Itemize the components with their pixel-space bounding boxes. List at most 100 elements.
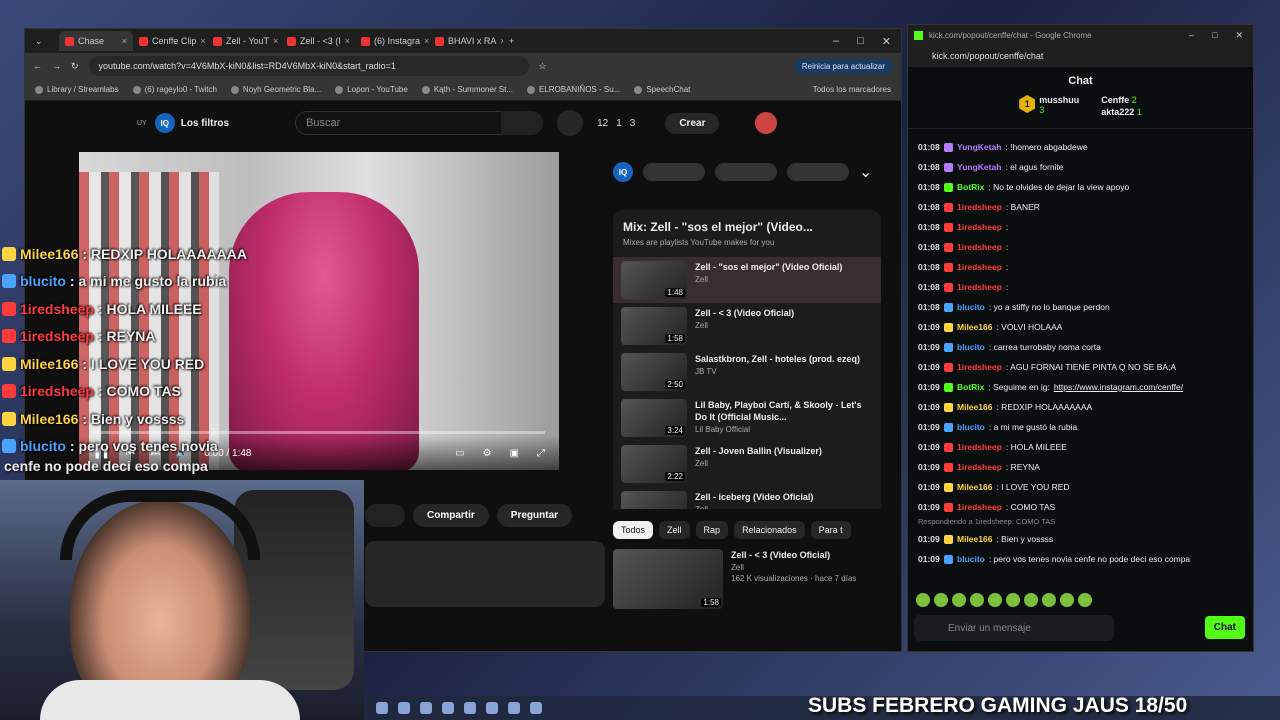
video-title[interactable]: Zell - < 3 (Video Oficial) xyxy=(731,549,856,561)
search-button[interactable] xyxy=(501,111,544,135)
tab-close-icon[interactable]: × xyxy=(122,36,127,46)
message-input[interactable]: Enviar un mensaje xyxy=(914,615,1114,641)
playlist-item[interactable]: 1:48 Zell - "sos el mejor" (Video Oficial… xyxy=(613,257,881,303)
video-thumbnail[interactable]: 2:22 xyxy=(621,445,687,483)
message-username[interactable]: 1iredsheep xyxy=(957,222,1002,232)
bookmark-item[interactable]: SpeechChat xyxy=(634,85,690,94)
message-username[interactable]: blucito xyxy=(957,342,985,352)
tab-close-icon[interactable]: × xyxy=(273,36,278,46)
playlist-item[interactable]: Zell - iceberg (Video Oficial) Zell xyxy=(613,487,881,509)
browser-tab[interactable]: Chase × xyxy=(59,31,133,51)
taskbar-icon[interactable] xyxy=(530,702,542,714)
emote-icon[interactable] xyxy=(1006,593,1020,607)
mic-icon[interactable] xyxy=(557,110,584,136)
tab-close-icon[interactable]: × xyxy=(200,36,205,46)
filter-chip[interactable]: Todos xyxy=(613,521,654,539)
message-link[interactable]: https://www.instagram.com/cenffe/ xyxy=(1054,382,1183,392)
channel-name[interactable]: Zell xyxy=(695,505,813,509)
playlist-item[interactable]: 3:24 Lil Baby, Playboi Carti, & Skooly - … xyxy=(613,395,881,441)
video-title[interactable]: Zell - "sos el mejor" (Video Oficial) xyxy=(695,261,842,273)
send-chat-button[interactable]: Chat xyxy=(1204,616,1245,639)
close-icon[interactable]: ✕ xyxy=(882,35,891,48)
video-thumbnail[interactable]: 1:58 xyxy=(621,307,687,345)
channel-name[interactable]: Zell xyxy=(695,321,794,330)
video-thumbnail[interactable]: 1:48 xyxy=(621,261,687,299)
video-title[interactable]: Zell - < 3 (Video Oficial) xyxy=(695,307,794,319)
taskbar-icon[interactable] xyxy=(398,702,410,714)
chip-blank[interactable] xyxy=(715,163,777,181)
message-username[interactable]: YungKetah xyxy=(957,142,1001,152)
reload-icon[interactable]: ↻ xyxy=(71,61,79,72)
taskbar-icon[interactable] xyxy=(376,702,388,714)
message-username[interactable]: blucito xyxy=(957,302,985,312)
taskbar-icon[interactable] xyxy=(508,702,520,714)
message-username[interactable]: BotRix xyxy=(957,382,984,392)
chat-url[interactable]: kick.com/popout/cenffe/chat xyxy=(908,45,1253,67)
message-username[interactable]: YungKetah xyxy=(957,162,1001,172)
message-username[interactable]: 1iredsheep xyxy=(957,462,1002,472)
maximize-icon[interactable]: □ xyxy=(857,35,864,48)
maximize-icon[interactable]: □ xyxy=(1212,30,1217,41)
filter-chip[interactable]: Para t xyxy=(810,521,851,539)
message-username[interactable]: Milee166 xyxy=(957,322,992,332)
back-icon[interactable]: ← xyxy=(33,61,42,71)
create-button[interactable]: Crear xyxy=(665,112,720,134)
message-username[interactable]: 1iredsheep xyxy=(957,502,1002,512)
taskbar-icon[interactable] xyxy=(420,702,432,714)
video-thumbnail[interactable]: 3:24 xyxy=(621,399,687,437)
description-box[interactable] xyxy=(365,541,605,607)
share-button[interactable]: Compartir xyxy=(413,504,489,527)
message-username[interactable]: BotRix xyxy=(957,182,984,192)
browser-tab[interactable]: (6) Instagra × xyxy=(355,31,429,51)
channel-name[interactable]: Zell xyxy=(695,275,842,284)
message-username[interactable]: Milee166 xyxy=(957,402,992,412)
minimize-icon[interactable]: – xyxy=(833,35,839,48)
recommended-video[interactable]: 1:58 Zell - < 3 (Video Oficial) Zell 162… xyxy=(613,549,881,609)
browser-tab[interactable]: Cenffe Clip × xyxy=(133,31,207,51)
message-username[interactable]: 1iredsheep xyxy=(957,282,1002,292)
message-username[interactable]: 1iredsheep xyxy=(957,202,1002,212)
ask-button[interactable]: Preguntar xyxy=(496,504,573,527)
browser-tab[interactable]: Zell - <3 (I × xyxy=(281,31,355,51)
bookmark-star-icon[interactable]: ☆ xyxy=(539,61,547,72)
browser-tab[interactable]: BHAVI x RA × xyxy=(429,31,503,51)
video-thumbnail[interactable]: 1:58 xyxy=(613,549,723,609)
iq-icon[interactable]: IQ xyxy=(613,162,633,182)
playlist-item[interactable]: 1:58 Zell - < 3 (Video Oficial) Zell xyxy=(613,303,881,349)
channel-name[interactable]: Zell xyxy=(695,459,822,468)
update-button[interactable]: Reinicia para actualizar xyxy=(793,58,893,74)
video-thumbnail[interactable]: 2:50 xyxy=(621,353,687,391)
channel-name[interactable]: JB TV xyxy=(695,367,860,376)
emote-icon[interactable] xyxy=(1060,593,1074,607)
filters-button[interactable]: IQ Los filtros xyxy=(154,113,229,133)
emote-icon[interactable] xyxy=(916,593,930,607)
message-username[interactable]: 1iredsheep xyxy=(957,262,1002,272)
tab-close-icon[interactable]: × xyxy=(345,36,350,46)
bookmark-item[interactable]: Kąth - Summoner St... xyxy=(421,85,513,94)
leader-1[interactable]: 1 musshuu 3 xyxy=(1019,95,1079,128)
video-title[interactable]: Lil Baby, Playboi Carti, & Skooly - Let'… xyxy=(695,399,873,423)
taskbar-icon[interactable] xyxy=(464,702,476,714)
video-title[interactable]: Zell - Joven Ballin (Visualizer) xyxy=(695,445,822,457)
emote-icon[interactable] xyxy=(970,593,984,607)
emote-icon[interactable] xyxy=(988,593,1002,607)
emote-icon[interactable] xyxy=(934,593,948,607)
filter-chip[interactable]: Relacionados xyxy=(734,521,805,539)
settings-icon[interactable]: ⚙ xyxy=(483,448,492,459)
miniplayer-icon[interactable]: ▣ xyxy=(510,448,519,459)
new-tab-button[interactable]: + xyxy=(503,31,533,51)
chip-blank[interactable] xyxy=(787,163,849,181)
video-thumbnail[interactable] xyxy=(621,491,687,509)
account-avatar[interactable] xyxy=(755,112,778,134)
emote-icon[interactable] xyxy=(1042,593,1056,607)
bookmark-item[interactable]: Library / Streamlabs xyxy=(35,85,119,94)
video-title[interactable]: Salastkbron, Zell - hoteles (prod. ezeq) xyxy=(695,353,860,365)
action-pill-blank[interactable] xyxy=(365,504,405,527)
message-username[interactable]: 1iredsheep xyxy=(957,242,1002,252)
leader-2[interactable]: Cenffe 2 akta222 1 xyxy=(1101,95,1142,128)
video-title[interactable]: Zell - iceberg (Video Oficial) xyxy=(695,491,813,503)
minimize-icon[interactable]: – xyxy=(1189,30,1194,41)
bookmark-item[interactable]: Lopon - YouTube xyxy=(335,85,408,94)
close-icon[interactable]: ✕ xyxy=(1235,30,1243,41)
message-username[interactable]: Milee166 xyxy=(957,534,992,544)
